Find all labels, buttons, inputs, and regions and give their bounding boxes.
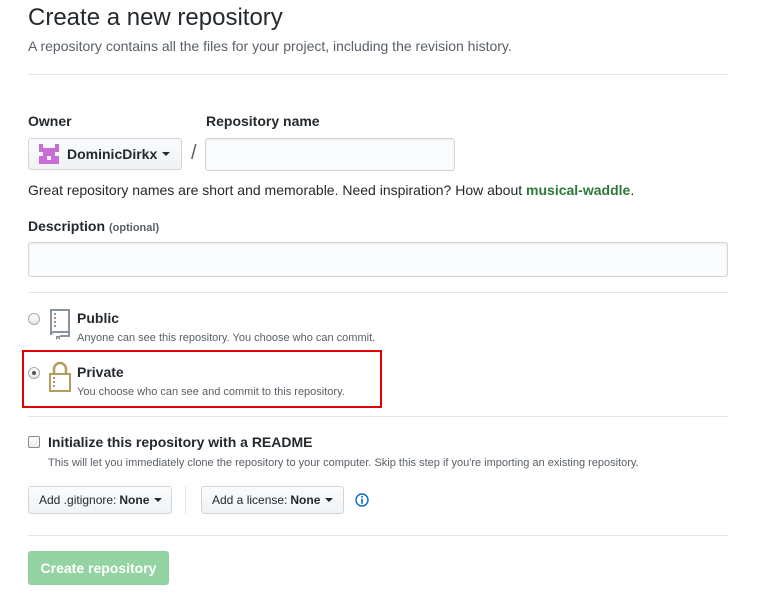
readme-desc: This will let you immediately clone the …	[48, 457, 639, 469]
owner-name: DominicDirkx	[67, 146, 158, 162]
create-repository-button[interactable]: Create repository	[28, 551, 169, 585]
private-radio[interactable]	[28, 367, 40, 379]
owner-repo-separator: /	[191, 142, 197, 164]
lock-icon	[49, 361, 71, 392]
owner-dropdown[interactable]: DominicDirkx	[28, 138, 182, 170]
divider	[28, 416, 728, 417]
info-icon[interactable]	[355, 493, 369, 507]
repo-name-label: Repository name	[206, 113, 320, 129]
chevron-down-icon	[325, 498, 334, 502]
description-label-text: Description	[28, 218, 106, 234]
private-highlight-box	[22, 350, 382, 408]
repo-book-icon	[50, 309, 70, 340]
page-title: Create a new repository	[28, 4, 283, 31]
gitignore-label: Add .gitignore:	[39, 493, 117, 507]
public-radio[interactable]	[28, 313, 40, 325]
chevron-down-icon	[162, 152, 171, 156]
license-label: Add a license:	[212, 493, 288, 507]
license-value: None	[290, 493, 321, 507]
repository-name-input[interactable]	[205, 138, 455, 171]
description-optional: (optional)	[109, 222, 160, 234]
public-desc: Anyone can see this repository. You choo…	[77, 332, 376, 344]
description-input[interactable]	[28, 242, 728, 277]
gitignore-value: None	[119, 493, 150, 507]
chevron-down-icon	[154, 498, 163, 502]
divider	[28, 74, 728, 75]
gitignore-dropdown[interactable]: Add .gitignore: None	[28, 486, 172, 514]
public-title: Public	[77, 310, 120, 326]
divider	[28, 292, 728, 293]
owner-avatar-icon	[39, 144, 59, 164]
owner-label: Owner	[28, 113, 72, 129]
readme-checkbox[interactable]	[28, 436, 40, 448]
license-dropdown[interactable]: Add a license: None	[201, 486, 344, 514]
name-suggestion-link[interactable]: musical-waddle	[526, 182, 630, 198]
name-hint-end: .	[630, 182, 635, 198]
vertical-divider	[185, 486, 186, 514]
description-label: Description (optional)	[28, 218, 159, 234]
private-desc: You choose who can see and commit to thi…	[77, 386, 345, 398]
readme-label[interactable]: Initialize this repository with a README	[48, 434, 312, 450]
private-title: Private	[77, 364, 124, 380]
divider	[28, 535, 728, 536]
name-hint: Great repository names are short and mem…	[28, 182, 634, 198]
name-hint-text: Great repository names are short and mem…	[28, 182, 527, 198]
page-subtitle: A repository contains all the files for …	[28, 38, 512, 54]
